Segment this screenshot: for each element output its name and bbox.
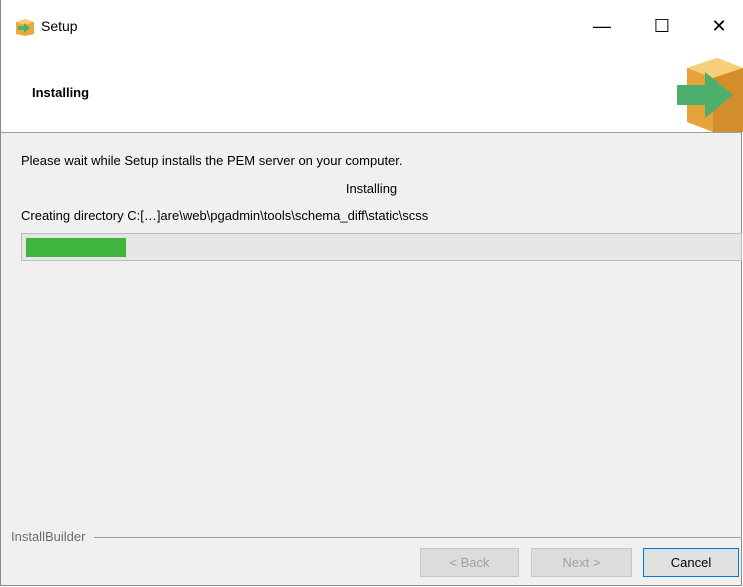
progress-bar [21,233,742,261]
progress-fill [26,238,126,257]
page-title: Installing [32,85,90,100]
maximize-button[interactable]: ☐ [639,10,685,42]
intro-text: Please wait while Setup installs the PEM… [21,153,403,168]
window-title: Setup [41,18,78,34]
status-text: Installing [345,181,398,196]
close-button[interactable]: ✕ [696,10,742,42]
box-arrow-icon [677,58,743,132]
setup-app-icon [16,19,34,36]
footer-divider [94,537,742,538]
back-button[interactable]: < Back [420,548,519,577]
minimize-button[interactable]: — [579,10,625,42]
wizard-body: Please wait while Setup installs the PEM… [1,133,742,586]
title-bar[interactable]: Setup — ☐ ✕ [1,0,742,58]
current-file-text: Creating directory C:[…]are\web\pgadmin\… [21,208,429,223]
next-button[interactable]: Next > [531,548,632,577]
installbuilder-label: InstallBuilder [11,529,86,544]
setup-window: Setup — ☐ ✕ Installing Please wait while… [0,0,743,586]
cancel-button[interactable]: Cancel [643,548,739,577]
wizard-header: Installing [1,58,743,133]
